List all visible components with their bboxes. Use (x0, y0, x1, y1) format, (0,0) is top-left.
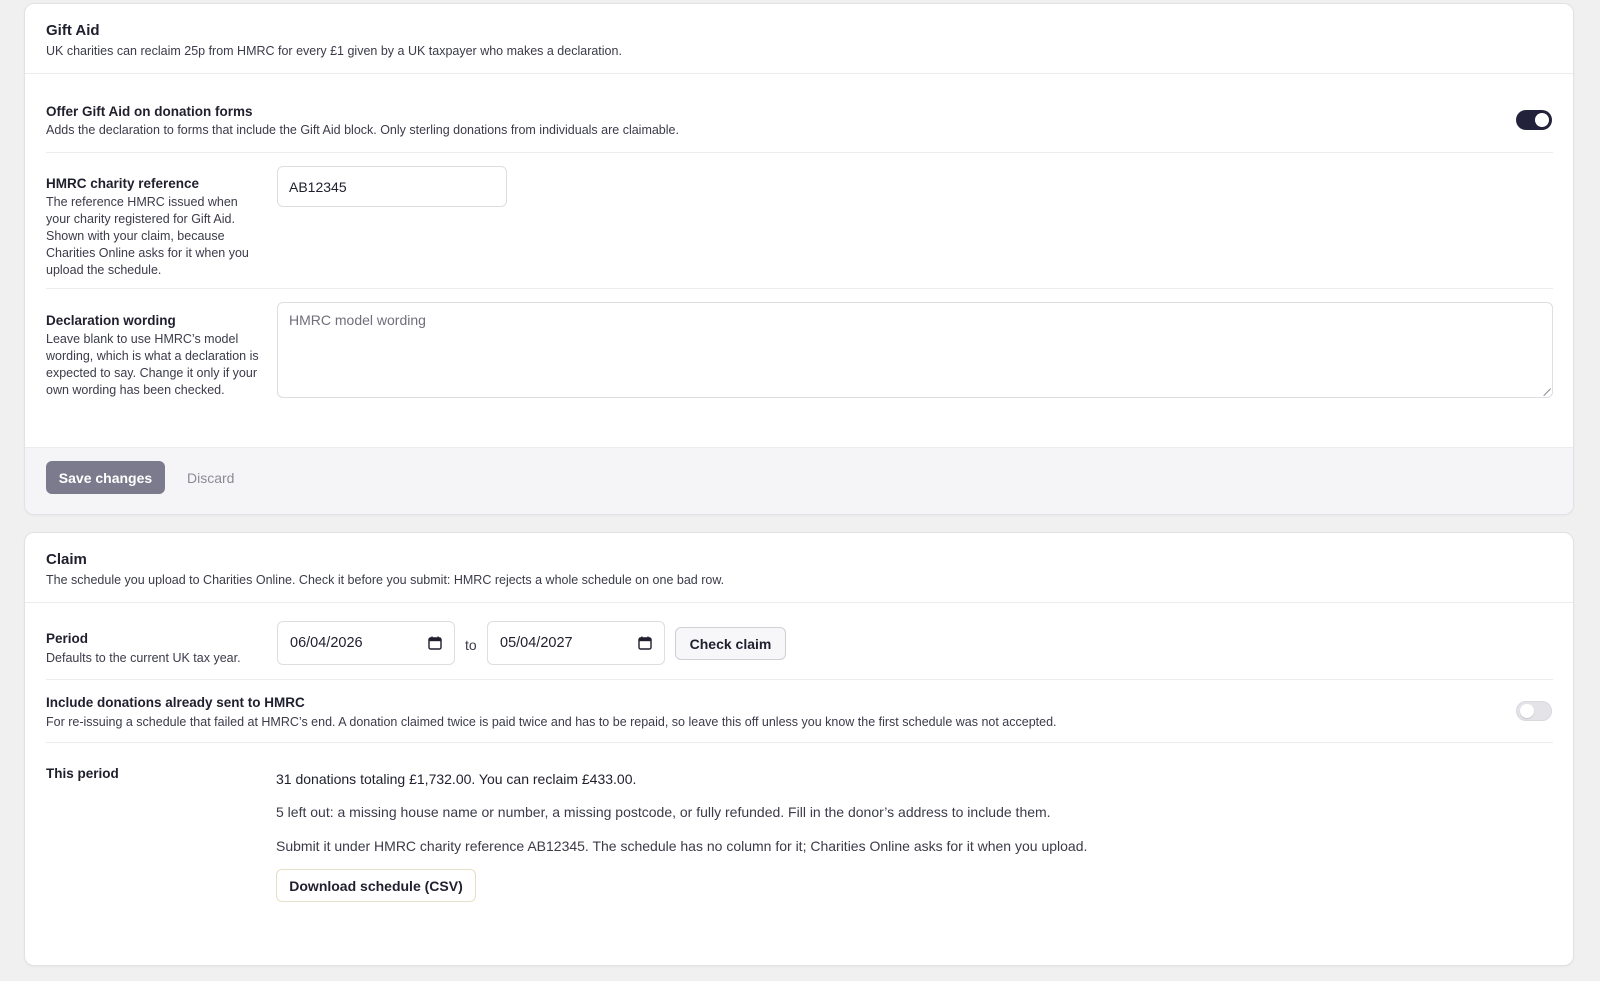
period-from-value: 06/04/2026 (290, 635, 363, 651)
include-sent-help: For re-issuing a schedule that failed at… (46, 715, 1057, 729)
gift-aid-header: Gift Aid UK charities can reclaim 25p fr… (25, 4, 1573, 74)
calendar-icon[interactable] (638, 636, 652, 650)
gift-aid-card: Gift Aid UK charities can reclaim 25p fr… (24, 3, 1574, 515)
period-submit-note: Submit it under HMRC charity reference A… (276, 838, 1088, 854)
toggle-knob (1535, 113, 1549, 127)
claim-header: Claim The schedule you upload to Chariti… (25, 533, 1573, 603)
claim-title: Claim (46, 551, 87, 568)
gift-aid-footer: Save changes Discard (25, 447, 1573, 514)
toggle-knob (1520, 704, 1534, 718)
divider (46, 742, 1553, 743)
claim-description: The schedule you upload to Charities Onl… (46, 573, 725, 587)
period-label: Period (46, 631, 89, 646)
offer-gift-aid-label: Offer Gift Aid on donation forms (46, 104, 253, 119)
divider (46, 288, 1553, 289)
divider (46, 679, 1553, 680)
period-left-out: 5 left out: a missing house name or numb… (276, 804, 1051, 820)
declaration-wording-textarea[interactable] (277, 302, 1553, 398)
hmrc-reference-label: HMRC charity reference (46, 176, 200, 191)
period-to-value: 05/04/2027 (500, 635, 573, 651)
declaration-wording-label: Declaration wording (46, 313, 176, 328)
declaration-wording-help: Leave blank to use HMRC’s model wording,… (46, 332, 259, 397)
include-sent-label: Include donations already sent to HMRC (46, 695, 305, 710)
divider (46, 152, 1553, 153)
hmrc-reference-help: The reference HMRC issued when your char… (46, 195, 249, 277)
hmrc-reference-input[interactable] (277, 166, 507, 207)
claim-card: Claim The schedule you upload to Chariti… (24, 532, 1574, 966)
download-schedule-button[interactable]: Download schedule (CSV) (276, 869, 476, 902)
check-claim-button[interactable]: Check claim (675, 627, 786, 660)
period-separator: to (465, 637, 477, 653)
this-period-label: This period (46, 766, 119, 781)
gift-aid-description: UK charities can reclaim 25p from HMRC f… (46, 44, 622, 58)
calendar-icon[interactable] (428, 636, 442, 650)
save-changes-button[interactable]: Save changes (46, 461, 165, 494)
offer-gift-aid-help: Adds the declaration to forms that inclu… (46, 123, 679, 137)
include-sent-toggle[interactable] (1516, 701, 1552, 721)
period-from-date-input[interactable]: 06/04/2026 (277, 621, 455, 665)
period-to-date-input[interactable]: 05/04/2027 (487, 621, 665, 665)
period-help: Defaults to the current UK tax year. (46, 651, 241, 665)
period-summary: 31 donations totaling £1,732.00. You can… (276, 771, 637, 787)
discard-button[interactable]: Discard (177, 461, 244, 494)
offer-gift-aid-toggle[interactable] (1516, 110, 1552, 130)
gift-aid-title: Gift Aid (46, 22, 100, 39)
